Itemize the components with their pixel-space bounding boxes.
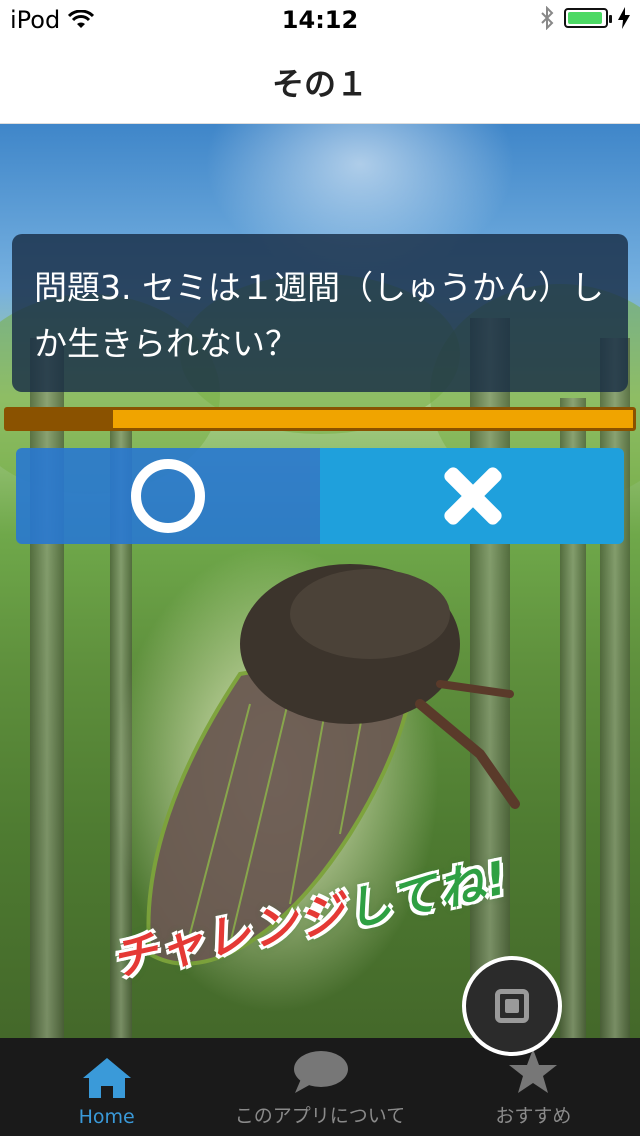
tree-trunk-decoration bbox=[30, 338, 64, 1038]
tab-recommended-label: おすすめ bbox=[495, 1105, 572, 1127]
timer-bar bbox=[4, 407, 636, 431]
page-title: その１ bbox=[271, 64, 368, 103]
tab-about-app[interactable]: このアプリについて bbox=[213, 1038, 426, 1136]
tab-about-app-label: このアプリについて bbox=[234, 1105, 406, 1127]
timer-bar-fill bbox=[7, 410, 114, 428]
answer-false-button[interactable] bbox=[320, 448, 624, 544]
tab-home-label: Home bbox=[78, 1106, 135, 1128]
charging-icon bbox=[618, 7, 630, 29]
cross-x-icon bbox=[442, 466, 502, 526]
question-card: 問題3. セミは１週間（しゅうかん）しか生きられない？ bbox=[12, 234, 628, 392]
navigation-bar: その１ bbox=[0, 40, 640, 124]
circle-o-icon bbox=[131, 459, 205, 533]
quiz-content: 問題3. セミは１週間（しゅうかん）しか生きられない？ チャレンジしてね! bbox=[0, 124, 640, 1038]
status-right bbox=[540, 6, 630, 30]
tab-bar: Home このアプリについて おすすめ bbox=[0, 1038, 640, 1136]
stop-quiz-button[interactable] bbox=[462, 956, 562, 1056]
question-text: 問題3. セミは１週間（しゅうかん）しか生きられない？ bbox=[34, 268, 604, 363]
tree-trunk-decoration bbox=[600, 338, 630, 1038]
status-bar: iPod 14:12 bbox=[0, 0, 640, 40]
bluetooth-icon bbox=[541, 6, 554, 30]
tab-recommended[interactable]: おすすめ bbox=[427, 1038, 640, 1136]
answer-true-button[interactable] bbox=[16, 448, 320, 544]
battery-icon bbox=[564, 8, 612, 28]
home-icon bbox=[82, 1058, 131, 1098]
stop-icon bbox=[495, 989, 529, 1023]
speech-bubble-icon bbox=[293, 1051, 348, 1093]
tab-home[interactable]: Home bbox=[0, 1038, 213, 1136]
